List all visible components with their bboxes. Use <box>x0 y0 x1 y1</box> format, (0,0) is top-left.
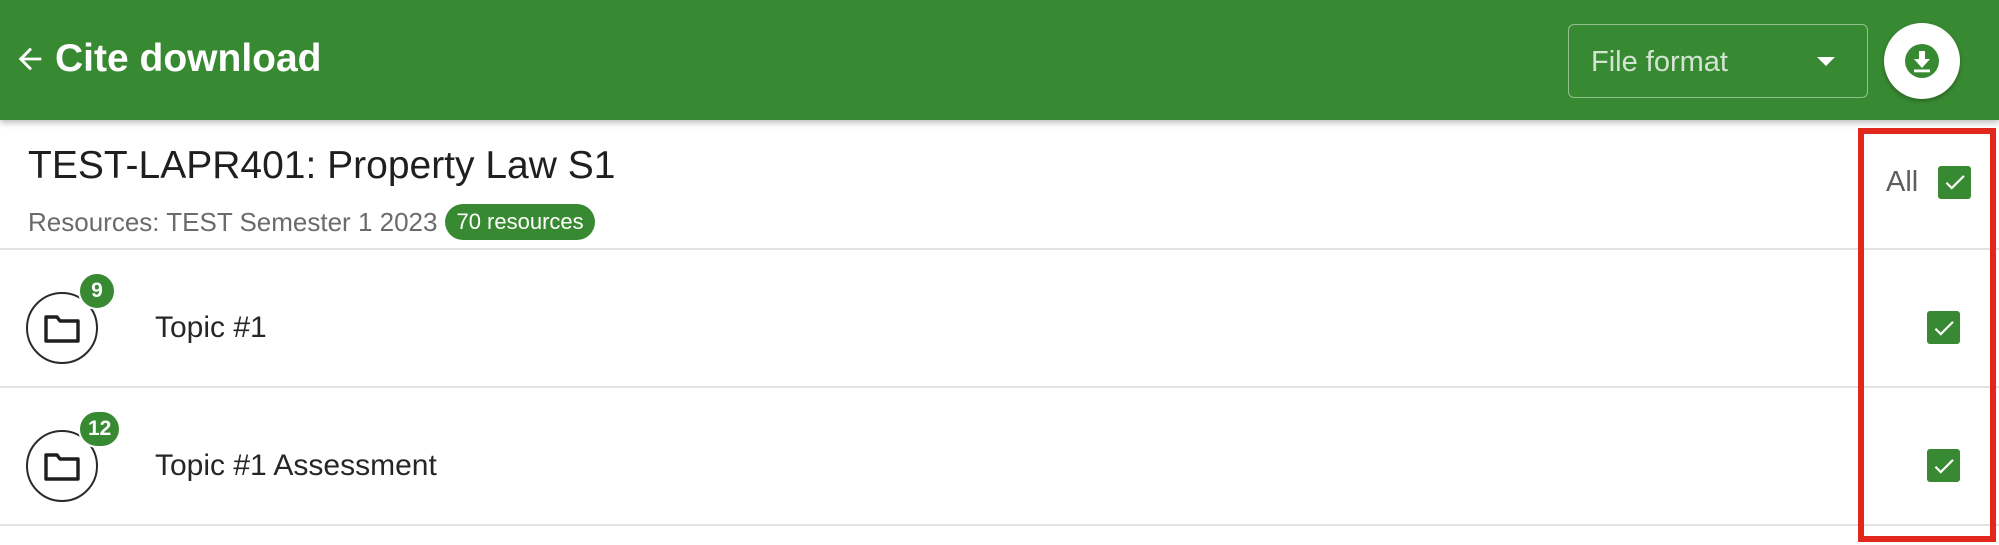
page-title: Cite download <box>55 37 322 80</box>
download-button[interactable] <box>1884 23 1960 99</box>
topic-row[interactable]: 9 Topic #1 <box>0 250 1999 388</box>
download-icon <box>1905 44 1939 78</box>
check-icon <box>1945 175 1965 190</box>
topic-checkbox[interactable] <box>1927 311 1960 344</box>
course-subtitle-row: Resources: TEST Semester 1 2023 70 resou… <box>28 204 595 240</box>
topic-checkbox[interactable] <box>1927 449 1960 482</box>
topic-row[interactable]: 12 Topic #1 Assessment <box>0 388 1999 526</box>
select-all-checkbox[interactable] <box>1938 165 1972 199</box>
file-format-select[interactable]: File format <box>1568 24 1868 98</box>
course-header: TEST-LAPR401: Property Law S1 Resources:… <box>0 120 1999 250</box>
course-title: TEST-LAPR401: Property Law S1 <box>28 144 616 187</box>
topic-count-badge: 12 <box>78 410 122 448</box>
resource-count-badge: 70 resources <box>445 204 595 240</box>
app-bar: Cite download File format <box>0 0 1999 120</box>
check-icon <box>1934 458 1954 474</box>
back-button[interactable] <box>10 34 50 84</box>
file-format-label: File format <box>1591 46 1728 78</box>
caret-down-icon <box>1817 57 1835 66</box>
topic-label: Topic #1 Assessment <box>155 449 437 482</box>
select-all-label: All <box>1886 165 1919 198</box>
topic-label: Topic #1 <box>155 311 267 344</box>
check-icon <box>1934 320 1954 336</box>
course-subtitle: Resources: TEST Semester 1 2023 <box>28 206 438 237</box>
arrow-left-icon <box>18 47 42 71</box>
topic-count-badge: 9 <box>78 272 116 310</box>
select-all[interactable]: All <box>1886 162 1972 202</box>
